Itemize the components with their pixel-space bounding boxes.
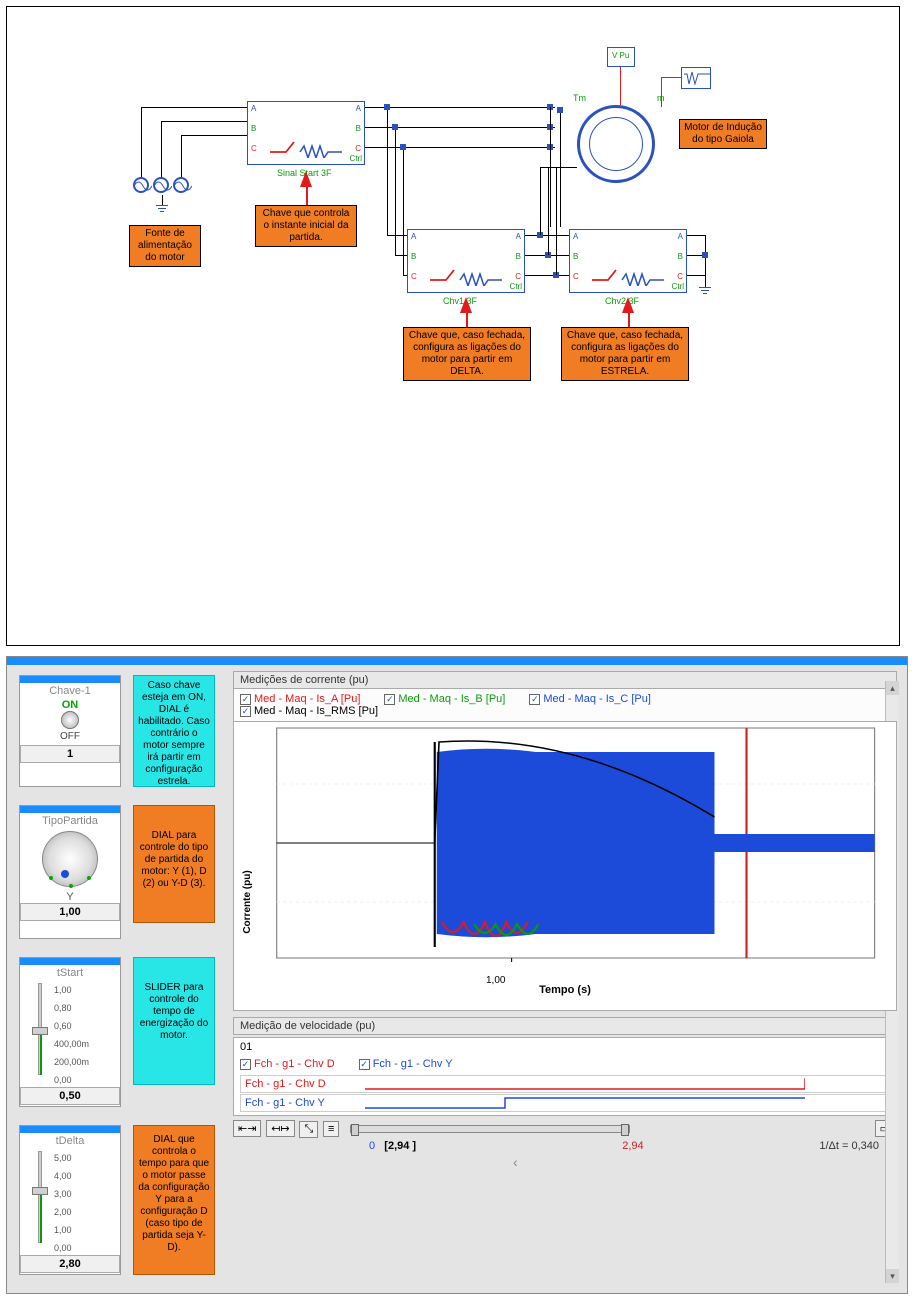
info-3: SLIDER para controle do tempo de energiz… (133, 957, 215, 1085)
info-2: DIAL para controle do tipo de partida do… (133, 805, 215, 923)
block-vpu: V Pu (607, 47, 635, 67)
ac-source-c (173, 177, 189, 193)
block-chv2-3f: A B C A B C Ctrl (569, 229, 687, 293)
note-estrela: Chave que, caso fechada, configura as li… (561, 327, 689, 381)
slider-tdelta[interactable]: 5,004,003,002,001,000,00 (20, 1147, 120, 1255)
note-motor: Motor de Indução do tipo Gaiola (679, 119, 767, 149)
ctrl-tipo-partida[interactable]: TipoPartida Y 1,00 (19, 805, 121, 939)
ground-icon (156, 205, 168, 212)
current-waveform (234, 722, 896, 982)
slider-tstart[interactable]: 1,000,800,60400,00m200,00m0,00 (20, 979, 120, 1087)
tb-zoom-in[interactable]: ⇤⇥ (233, 1120, 261, 1137)
ac-source-a (133, 177, 149, 193)
tb-fit[interactable]: ⤡ (299, 1121, 318, 1138)
plot-title-current: Medições de corrente (pu) (233, 671, 897, 689)
info-4: DIAL que controla o tempo para que o mot… (133, 1125, 215, 1275)
legend-current: ✓Med - Maq - Is_A [Pu]✓Med - Maq - Is_B … (233, 689, 897, 721)
plot-area: ▴▾ Medições de corrente (pu) ✓Med - Maq … (233, 671, 897, 1283)
ctrl-tdelta[interactable]: tDelta 5,004,003,002,001,000,00 2,80 (19, 1125, 121, 1275)
digital-plot: 01 ✓Fch - g1 - Chv D✓Fch - g1 - Chv Y Fc… (233, 1037, 897, 1116)
nav-left[interactable]: ‹ (513, 1154, 518, 1170)
ac-source-b (153, 177, 169, 193)
toggle-switch[interactable] (61, 711, 79, 729)
ground-icon (699, 287, 711, 294)
block-chv1-3f: A B C A B C Ctrl (407, 229, 525, 293)
ctrl-chave-1[interactable]: Chave-1 ON OFF 1 (19, 675, 121, 787)
label-tm: Tm (573, 93, 586, 103)
note-chave: Chave que controla o instante inicial da… (255, 205, 357, 247)
plot-title-speed: Medição de velocidade (pu) (233, 1017, 897, 1035)
info-1: Caso chave esteja em ON, DIAL é habilita… (133, 675, 215, 787)
time-slider[interactable] (350, 1125, 630, 1133)
ctrl-tstart[interactable]: tStart 1,000,800,60400,00m200,00m0,00 0,… (19, 957, 121, 1107)
time-toolbar: ⇤⇥ ↤↦ ⤡ ≡ ▭ 0 [2,94 ] 2,94 1/Δt = 0,340 … (233, 1120, 897, 1172)
motor-icon (577, 105, 655, 183)
scope-icon (681, 67, 711, 89)
schematic-figure: A B C A B C Ctrl Sinal Start 3F Tm m V P… (6, 6, 900, 646)
arrow-icon (460, 297, 472, 313)
arrow-icon (300, 171, 312, 187)
block-sinal-start-3f: A B C A B C Ctrl (247, 101, 365, 165)
note-fonte: Fonte de alimentação do motor (129, 225, 201, 267)
tb-zoom-out[interactable]: ↤↦ (266, 1120, 294, 1137)
tb-reset[interactable]: ≡ (323, 1121, 339, 1137)
dial[interactable] (42, 831, 98, 887)
chart-current[interactable]: Corrente (pu) (233, 721, 897, 1011)
arrow-icon (622, 297, 634, 313)
control-panel: Chave-1 ON OFF 1 TipoPartida Y 1,00 tSta… (6, 656, 908, 1294)
note-delta: Chave que, caso fechada, configura as li… (403, 327, 531, 381)
